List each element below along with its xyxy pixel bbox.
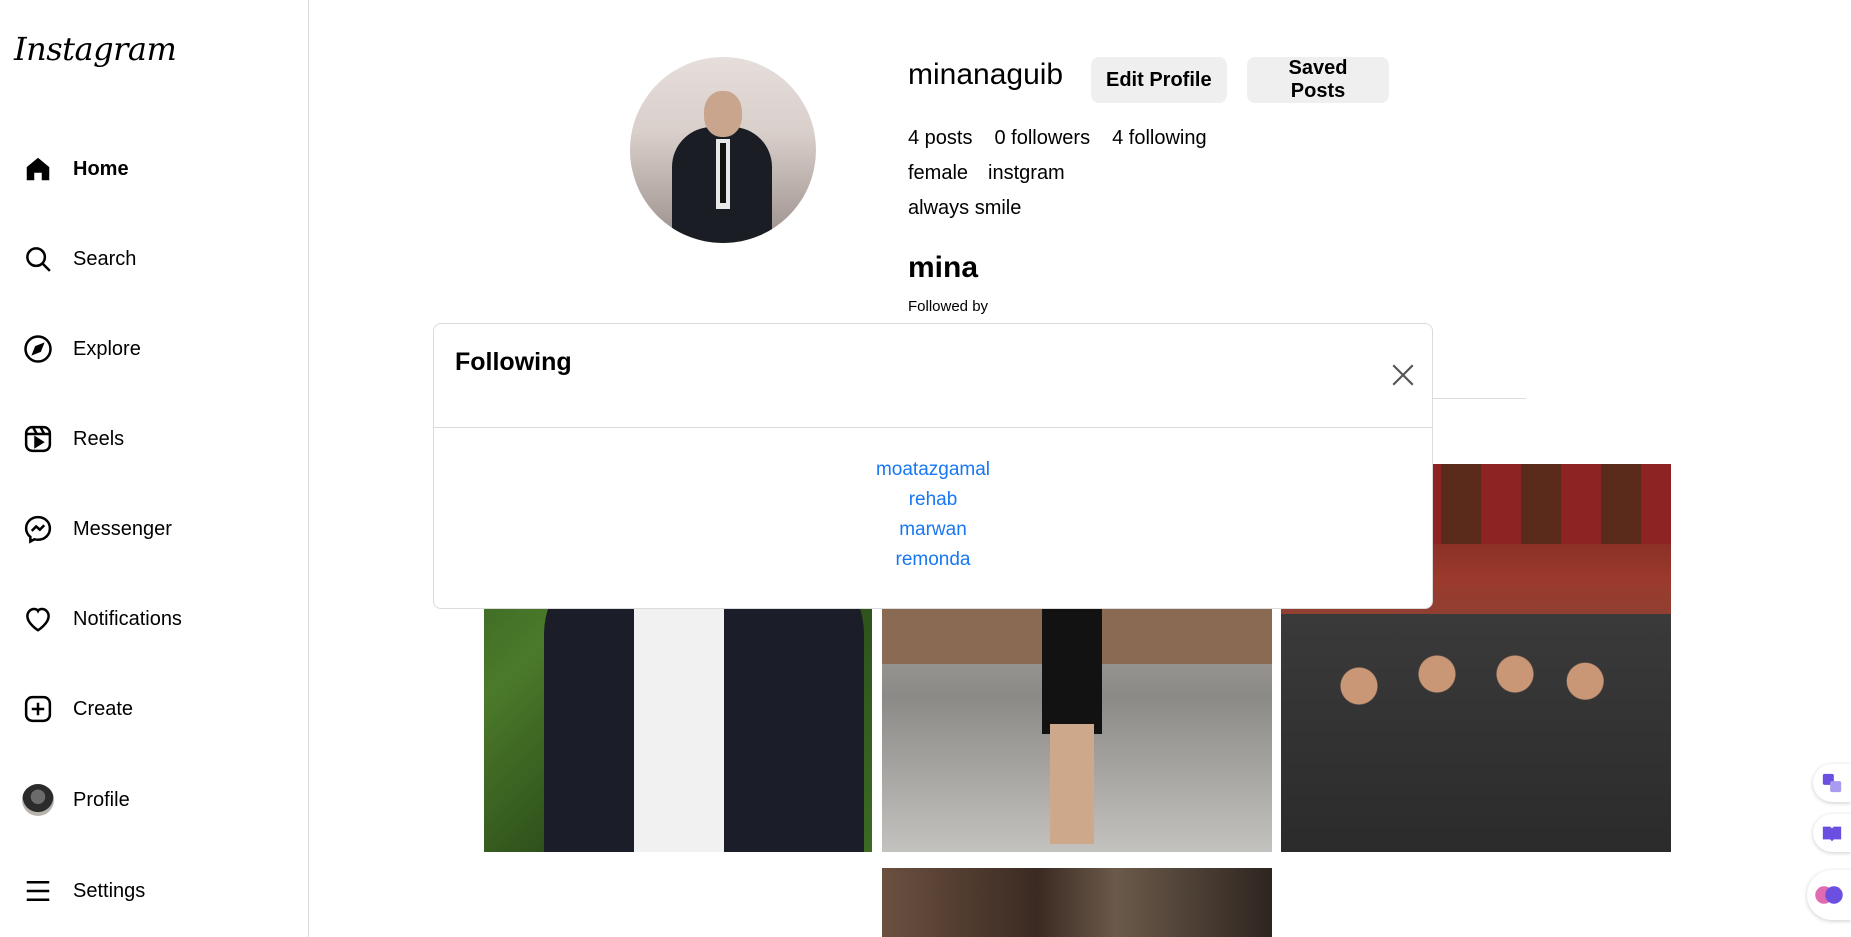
edit-profile-button[interactable]: Edit Profile [1091, 57, 1227, 103]
sidebar-item-messenger[interactable]: Messenger [22, 509, 292, 549]
sidebar-item-settings[interactable]: Settings [22, 871, 292, 911]
menu-icon [22, 875, 54, 907]
following-user-link[interactable]: remonda [434, 545, 1432, 575]
reader-icon[interactable] [1813, 814, 1851, 852]
profile-username: minanaguib [908, 58, 1064, 91]
sidebar-item-reels[interactable]: Reels [22, 419, 292, 459]
following-user-link[interactable]: moatazgamal [434, 455, 1432, 485]
profile-gender: female [908, 162, 969, 184]
following-user-link[interactable]: marwan [434, 515, 1432, 545]
sidebar-item-label: Home [73, 157, 129, 180]
sidebar-item-notifications[interactable]: Notifications [22, 599, 292, 639]
translate-icon[interactable] [1813, 764, 1851, 802]
followers-count[interactable]: 0 followers [994, 127, 1090, 150]
extension-brain-icon[interactable] [1807, 870, 1851, 920]
profile-full-name: mina [908, 251, 979, 284]
profile-website: instgram [988, 162, 1065, 184]
sidebar-item-label: Reels [73, 427, 125, 450]
following-user-link[interactable]: rehab [434, 485, 1432, 515]
sidebar-item-label: Profile [73, 788, 130, 811]
following-list: moatazgamal rehab marwan remonda [434, 428, 1432, 575]
home-icon [22, 153, 54, 185]
post-thumbnail[interactable] [882, 868, 1272, 937]
sidebar-item-label: Search [73, 247, 137, 270]
sidebar: Instagram Home Search Explore Reels Mess… [0, 0, 309, 937]
sidebar-item-profile[interactable]: Profile [22, 780, 292, 820]
sidebar-item-home[interactable]: Home [22, 149, 292, 189]
instagram-logo[interactable]: Instagram [14, 30, 177, 68]
sidebar-item-create[interactable]: Create [22, 689, 292, 729]
profile-meta: female instgram [908, 162, 1065, 185]
modal-title: Following [455, 348, 572, 376]
profile-bio: always smile [908, 197, 1022, 219]
reels-icon [22, 423, 54, 455]
close-icon[interactable] [1390, 362, 1416, 388]
messenger-icon [22, 513, 54, 545]
following-count[interactable]: 4 following [1112, 127, 1207, 150]
profile-picture[interactable] [630, 57, 816, 243]
heart-icon [22, 603, 54, 635]
posts-count: 4 posts [908, 127, 973, 149]
profile-stats: 4 posts 0 followers 4 following [908, 127, 1207, 150]
sidebar-item-explore[interactable]: Explore [22, 329, 292, 369]
sidebar-item-label: Messenger [73, 517, 172, 540]
avatar [22, 784, 54, 816]
sidebar-item-search[interactable]: Search [22, 239, 292, 279]
search-icon [22, 243, 54, 275]
saved-posts-button[interactable]: Saved Posts [1247, 57, 1389, 103]
modal-header: Following [434, 324, 1432, 428]
sidebar-item-label: Settings [73, 879, 146, 902]
sidebar-item-label: Notifications [73, 607, 182, 630]
followed-by-text: Followed by [908, 298, 989, 315]
following-modal: Following moatazgamal rehab marwan remon… [433, 323, 1433, 609]
sidebar-item-label: Explore [73, 337, 141, 360]
plus-square-icon [22, 693, 54, 725]
sidebar-item-label: Create [73, 697, 134, 720]
compass-icon [22, 333, 54, 365]
